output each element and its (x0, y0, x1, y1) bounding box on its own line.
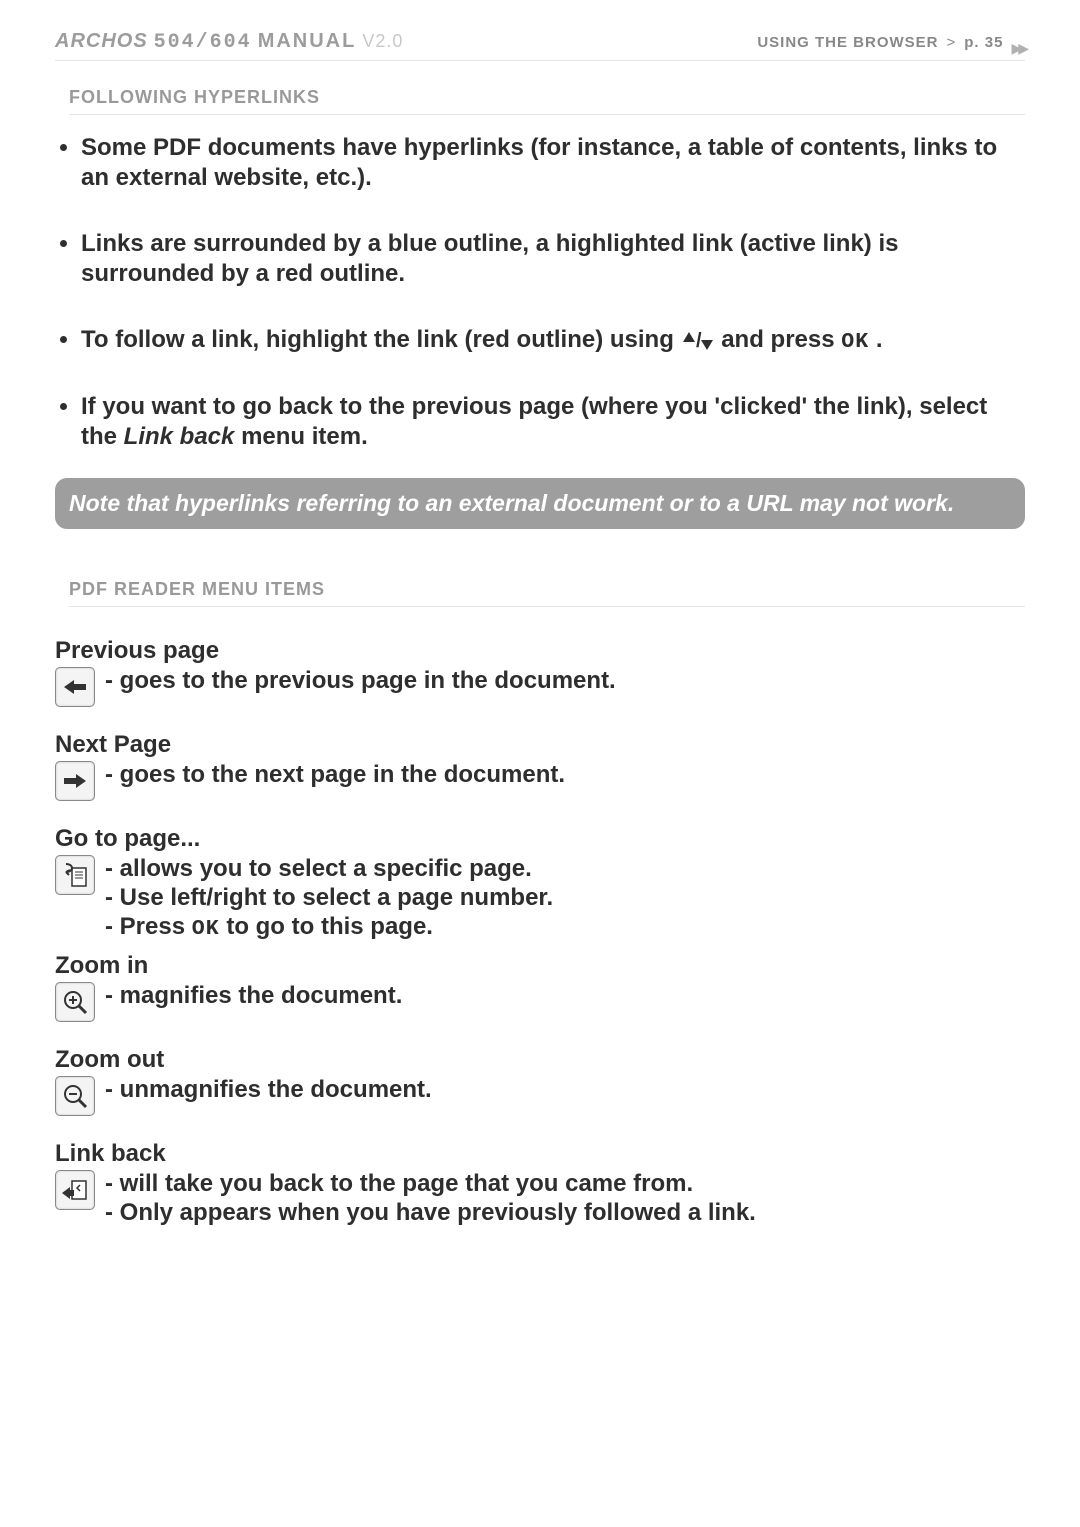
brand-logo: ARCHOS (55, 30, 148, 53)
section-pdf-menu-items: PDF READER MENU ITEMS (69, 579, 1025, 607)
note-callout: Note that hyperlinks referring to an ext… (55, 478, 1025, 529)
text: Press (120, 913, 192, 940)
link-back-term: Link back (124, 423, 235, 450)
menu-item-link-back: Link back will take you back to the page… (55, 1140, 1025, 1228)
menu-desc: unmagnifies the document. (105, 1076, 432, 1105)
menu-desc: will take you back to the page that you … (105, 1170, 756, 1199)
menu-title: Next Page (55, 731, 1025, 759)
menu-title: Zoom out (55, 1046, 1025, 1074)
hyperlinks-bullet-list: Some PDF documents have hyperlinks (for … (55, 133, 1025, 452)
bullet-item: If you want to go back to the previous p… (81, 392, 1025, 452)
next-page-icon (55, 761, 95, 801)
section-following-hyperlinks: FOLLOWING HYPERLINKS (69, 87, 1025, 115)
manual-page: ARCHOS 504/604 MANUAL V2.0 USING THE BRO… (0, 0, 1080, 1288)
menu-desc: allows you to select a specific page. (105, 855, 553, 884)
menu-desc: Press OK to go to this page. (105, 913, 553, 943)
page-header: ARCHOS 504/604 MANUAL V2.0 USING THE BRO… (55, 30, 1025, 61)
menu-desc: magnifies the document. (105, 982, 402, 1011)
ok-button-symbol: OK (192, 917, 220, 941)
menu-item-previous-page: Previous page goes to the previous page … (55, 637, 1025, 707)
chevron-icon: > (947, 34, 957, 51)
bullet-item: To follow a link, highlight the link (re… (81, 325, 1025, 356)
manual-label: MANUAL (258, 30, 357, 53)
header-left: ARCHOS 504/604 MANUAL V2.0 (55, 30, 403, 54)
previous-page-icon (55, 667, 95, 707)
menu-title: Go to page... (55, 825, 1025, 853)
text: and press (721, 326, 841, 353)
zoom-out-icon (55, 1076, 95, 1116)
menu-title: Zoom in (55, 952, 1025, 980)
breadcrumb-section: USING THE BROWSER (757, 34, 938, 51)
bullet-item: Some PDF documents have hyperlinks (for … (81, 133, 1025, 193)
menu-item-go-to-page: Go to page... allows you to select a spe… (55, 825, 1025, 943)
text: . (876, 326, 883, 353)
menu-desc: Use left/right to select a page number. (105, 884, 553, 913)
menu-item-zoom-in: Zoom in magnifies the document. (55, 952, 1025, 1022)
page-number: p. 35 (964, 34, 1003, 51)
menu-desc: goes to the previous page in the documen… (105, 667, 616, 696)
text: To follow a link, highlight the link (re… (81, 326, 681, 353)
menu-title: Link back (55, 1140, 1025, 1168)
menu-item-zoom-out: Zoom out unmagnifies the document. (55, 1046, 1025, 1116)
bullet-item: Links are surrounded by a blue outline, … (81, 229, 1025, 289)
text: to go to this page. (220, 913, 433, 940)
menu-desc: Only appears when you have previously fo… (105, 1199, 756, 1228)
zoom-in-icon (55, 982, 95, 1022)
model-label: 504/604 (154, 31, 252, 54)
up-down-arrows-icon: / (681, 330, 715, 352)
ok-button-symbol: OK (841, 330, 869, 354)
header-right: USING THE BROWSER > p. 35 ▶▶ (757, 34, 1025, 51)
forward-icon: ▶▶ (1011, 40, 1025, 57)
svg-text:/: / (696, 330, 702, 352)
go-to-page-icon (55, 855, 95, 895)
link-back-icon (55, 1170, 95, 1210)
version-label: V2.0 (362, 31, 403, 52)
text: menu item. (241, 423, 368, 450)
menu-desc: goes to the next page in the document. (105, 761, 565, 790)
menu-item-next-page: Next Page goes to the next page in the d… (55, 731, 1025, 801)
menu-title: Previous page (55, 637, 1025, 665)
